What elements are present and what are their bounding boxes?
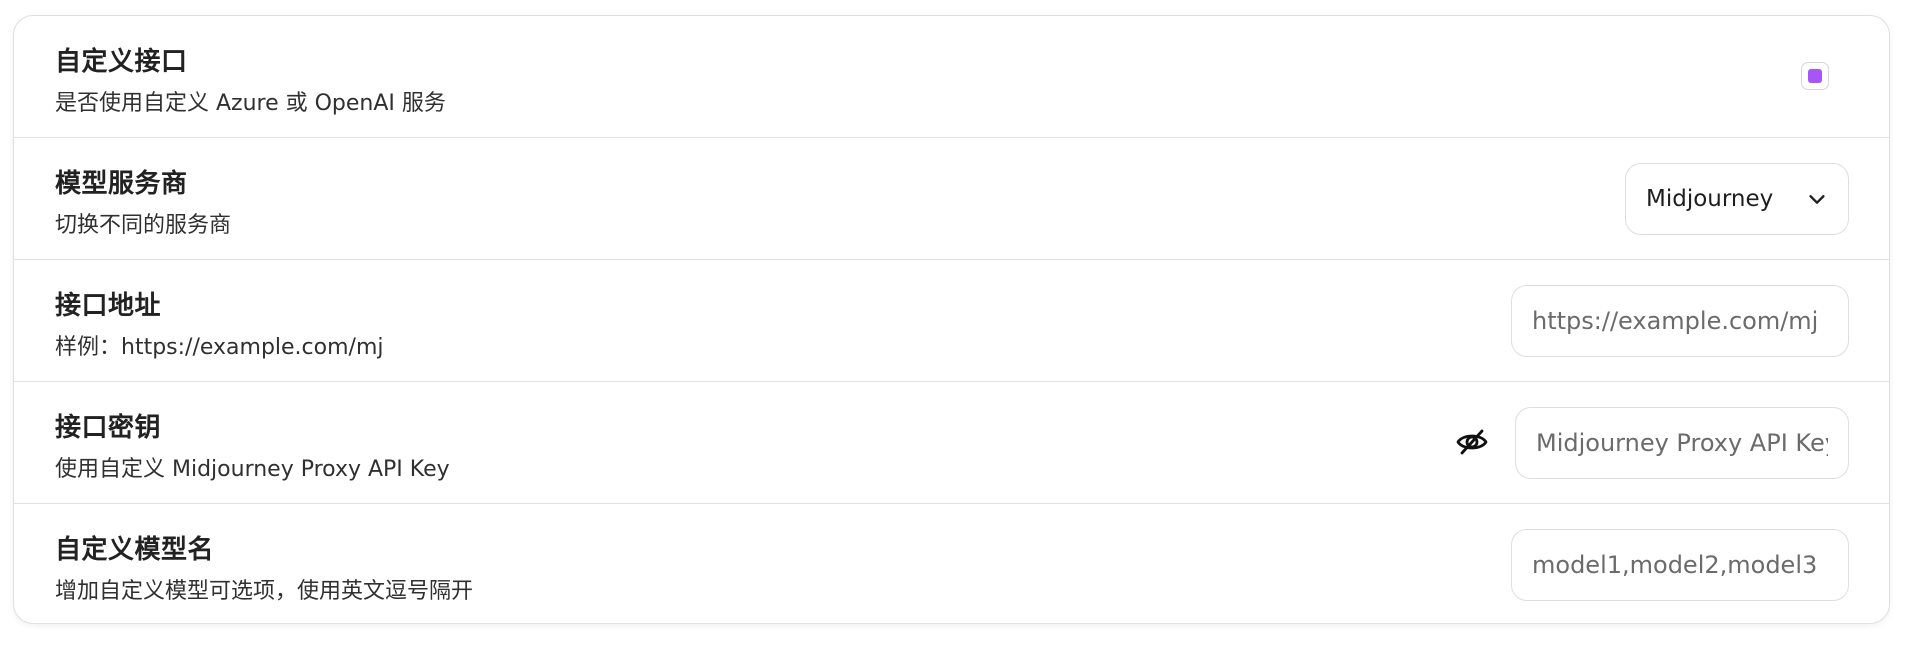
setting-row-custom-api: 自定义接口 是否使用自定义 Azure 或 OpenAI 服务 xyxy=(14,16,1889,138)
setting-row-provider: 模型服务商 切换不同的服务商 Midjourney xyxy=(14,138,1889,260)
setting-title: 接口密钥 xyxy=(55,413,162,443)
custom-models-input[interactable] xyxy=(1511,529,1849,601)
setting-description: 增加自定义模型可选项，使用英文逗号隔开 xyxy=(55,579,474,604)
endpoint-input[interactable] xyxy=(1511,285,1849,357)
api-key-input[interactable] xyxy=(1515,407,1849,479)
chevron-down-icon xyxy=(1809,195,1825,204)
setting-title: 自定义接口 xyxy=(55,47,188,77)
setting-title: 接口地址 xyxy=(55,291,162,321)
setting-description: 样例：https://example.com/mj xyxy=(55,335,384,360)
custom-api-checkbox[interactable] xyxy=(1801,62,1829,90)
eye-off-icon[interactable] xyxy=(1455,427,1489,457)
settings-card: 自定义接口 是否使用自定义 Azure 或 OpenAI 服务 模型服务商 切换… xyxy=(13,15,1890,624)
provider-select[interactable]: Midjourney xyxy=(1625,163,1849,235)
setting-description: 使用自定义 Midjourney Proxy API Key xyxy=(55,457,450,482)
setting-title: 模型服务商 xyxy=(55,169,188,199)
setting-title: 自定义模型名 xyxy=(55,535,215,565)
setting-row-endpoint: 接口地址 样例：https://example.com/mj xyxy=(14,260,1889,382)
setting-description: 是否使用自定义 Azure 或 OpenAI 服务 xyxy=(55,91,446,116)
setting-row-api-key: 接口密钥 使用自定义 Midjourney Proxy API Key xyxy=(14,382,1889,504)
setting-description: 切换不同的服务商 xyxy=(55,213,232,238)
provider-select-value: Midjourney xyxy=(1646,186,1774,212)
setting-row-custom-models: 自定义模型名 增加自定义模型可选项，使用英文逗号隔开 xyxy=(14,504,1889,623)
checkbox-checked-indicator xyxy=(1808,69,1822,83)
